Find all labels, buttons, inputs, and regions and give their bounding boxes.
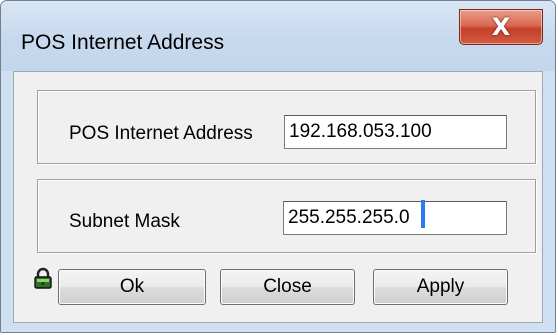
subnet-mask-label: Subnet Mask: [69, 211, 180, 232]
ip-address-label: POS Internet Address: [69, 123, 253, 144]
title-bar[interactable]: POS Internet Address X: [1, 1, 555, 71]
lock-icon: [34, 267, 52, 289]
dialog-window: POS Internet Address X POS Internet Addr…: [0, 0, 556, 333]
window-close-button[interactable]: X: [459, 9, 543, 45]
ok-button[interactable]: Ok: [58, 269, 206, 305]
subnet-mask-input[interactable]: [283, 201, 507, 235]
close-button[interactable]: Close: [220, 269, 355, 305]
dialog-body: POS Internet Address Subnet Mask Ok Clos…: [13, 71, 543, 323]
apply-button[interactable]: Apply: [373, 269, 508, 305]
ip-address-input[interactable]: [284, 115, 507, 149]
close-icon: X: [491, 13, 511, 41]
text-caret: [421, 200, 425, 228]
window-title: POS Internet Address: [21, 31, 225, 54]
ip-address-group: POS Internet Address: [37, 90, 536, 164]
subnet-mask-group: Subnet Mask: [37, 179, 536, 253]
